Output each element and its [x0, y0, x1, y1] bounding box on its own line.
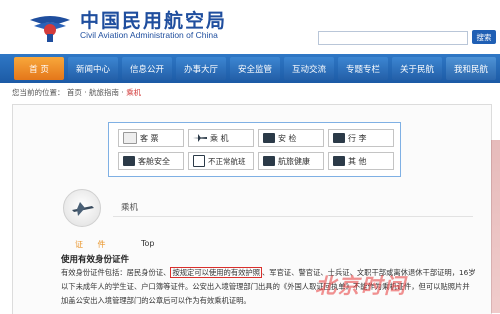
divider	[113, 216, 473, 217]
category-panel: 客 票 乘 机 安 检 行 李 客舱安全 不正常航班 航旅健康 其 他	[108, 122, 401, 177]
category-boarding[interactable]: 乘 机	[188, 129, 254, 147]
top-link[interactable]: Top	[141, 239, 155, 248]
site-header: 中国民用航空局 Civil Aviation Administration of…	[0, 0, 500, 52]
category-label: 客舱安全	[138, 156, 170, 166]
category-label: 不正常航班	[208, 156, 246, 166]
site-title-cn[interactable]: 中国民用航空局	[80, 6, 227, 33]
category-flight-disruption[interactable]: 不正常航班	[188, 152, 254, 170]
paragraph-text: 有效身份证件包括：居民身份证、	[61, 268, 171, 277]
site-title-en: Civil Aviation Administration of China	[80, 30, 218, 40]
category-label: 客 票	[140, 133, 159, 143]
content-area: 客 票 乘 机 安 检 行 李 客舱安全 不正常航班 航旅健康 其 他 乘机 证…	[12, 104, 492, 314]
section-title: 乘机	[121, 203, 139, 213]
category-label: 安 检	[278, 133, 297, 143]
breadcrumb: 您当前的位置： 首页 · 航旅指南 · 乘机	[12, 87, 141, 98]
flight-disruption-icon	[193, 155, 205, 167]
breadcrumb-path[interactable]: 您当前的位置： 首页 · 航旅指南 ·	[12, 88, 126, 97]
category-ticket[interactable]: 客 票	[118, 129, 184, 147]
nav-news[interactable]: 新闻中心	[68, 57, 118, 80]
category-other[interactable]: 其 他	[328, 152, 394, 170]
side-strip	[491, 140, 500, 313]
category-label: 行 李	[348, 133, 367, 143]
nav-safety[interactable]: 安全监管	[230, 57, 280, 80]
category-cabin-safety[interactable]: 客舱安全	[118, 152, 184, 170]
ticket-icon	[123, 132, 137, 144]
plane-icon	[72, 202, 94, 216]
highlighted-text: 按规定可以使用的有效护照	[170, 267, 263, 278]
nav-me[interactable]: 我和民航	[446, 57, 496, 80]
category-label: 航旅健康	[278, 156, 310, 166]
doc-section-label: 证 件	[75, 240, 112, 249]
plane-icon	[193, 134, 207, 142]
doc-heading: 使用有效身份证件	[61, 255, 130, 265]
nav-interaction[interactable]: 互动交流	[284, 57, 334, 80]
breadcrumb-current: 乘机	[126, 88, 142, 97]
category-label: 其 他	[348, 156, 367, 166]
nav-topics[interactable]: 专题专栏	[338, 57, 388, 80]
category-luggage[interactable]: 行 李	[328, 129, 394, 147]
nav-info[interactable]: 信息公开	[122, 57, 172, 80]
health-icon	[263, 156, 275, 166]
luggage-icon	[333, 133, 345, 143]
watermark-logo: 北京时间	[315, 274, 407, 298]
paragraph-line-3: 加盖公安出入境管理部门的公章后可以作为有效乘机证明。	[61, 296, 251, 305]
nav-about[interactable]: 关于民航	[392, 57, 442, 80]
cabin-safety-icon	[123, 156, 135, 166]
paragraph-line-2: 以下未成年人的学生证、户口簿等证件。公安出入境管理部门出具的《外国人取证回执单》…	[61, 282, 470, 291]
search-button[interactable]: 搜索	[472, 30, 496, 44]
category-health[interactable]: 航旅健康	[258, 152, 324, 170]
search-input[interactable]	[318, 31, 468, 45]
paragraph-line-1: 有效身份证件包括：居民身份证、 按规定可以使用的有效护照 、军官证、警官证、士兵证、…	[61, 267, 476, 278]
caac-emblem-icon[interactable]	[28, 8, 72, 44]
nav-services[interactable]: 办事大厅	[176, 57, 226, 80]
other-icon	[333, 156, 345, 166]
category-label: 乘 机	[210, 133, 229, 143]
security-check-icon	[263, 133, 275, 143]
category-security[interactable]: 安 检	[258, 129, 324, 147]
main-nav: 首 页 新闻中心 信息公开 办事大厅 安全监管 互动交流 专题专栏 关于民航 我…	[0, 54, 500, 83]
section-thumbnail	[63, 189, 101, 227]
nav-home[interactable]: 首 页	[14, 57, 64, 80]
